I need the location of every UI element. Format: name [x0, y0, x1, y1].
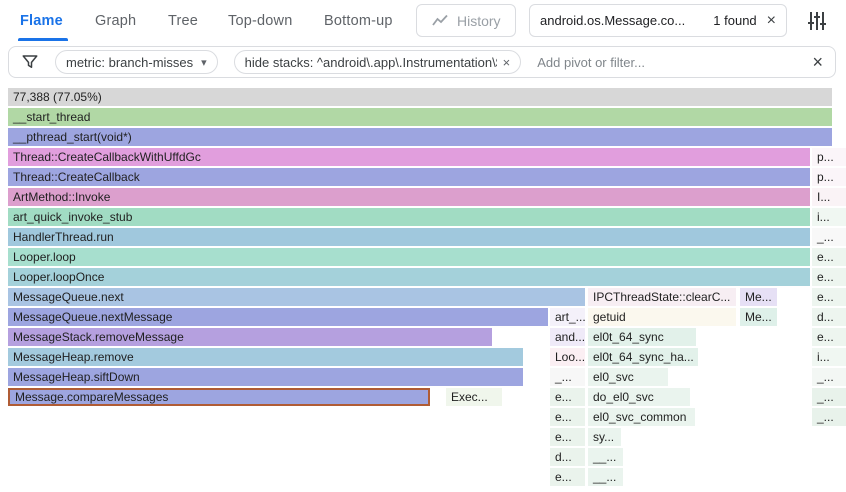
tab-graph[interactable]: Graph [95, 13, 136, 29]
search-found-count: 1 found [713, 13, 756, 28]
flame-bar[interactable]: __start_thread [8, 108, 832, 126]
chevron-down-icon[interactable]: ▾ [201, 56, 207, 69]
header: Flame Graph Tree Top-down Bottom-up Hist… [0, 0, 846, 44]
flame-bar[interactable]: 77,388 (77.05%) [8, 88, 832, 106]
tab-bottom-up[interactable]: Bottom-up [324, 13, 393, 29]
flame-bar[interactable]: ArtMethod::Invoke [8, 188, 810, 206]
flame-bar[interactable]: e... [812, 248, 846, 266]
search-box[interactable]: android.os.Message.co... 1 found × [529, 4, 787, 37]
flame-bar[interactable]: el0t_64_sync [588, 328, 696, 346]
flame-bar[interactable]: __... [588, 468, 623, 486]
flame-bar[interactable]: Me... [740, 308, 777, 326]
funnel-icon [21, 53, 39, 71]
flame-bar[interactable]: Looper.loopOnce [8, 268, 810, 286]
flame-bar[interactable]: e... [550, 428, 585, 446]
profiler-page: Flame Graph Tree Top-down Bottom-up Hist… [0, 0, 846, 492]
flame-bar[interactable]: __... [588, 448, 623, 466]
flame-bar[interactable]: and... [550, 328, 585, 346]
flame-bar[interactable]: MessageHeap.remove [8, 348, 523, 366]
flame-bar[interactable]: el0t_64_sync_ha... [588, 348, 698, 366]
flame-bar[interactable]: Loo... [550, 348, 585, 366]
history-label: History [457, 13, 501, 29]
flame-bar[interactable]: Looper.loop [8, 248, 810, 266]
search-input[interactable]: android.os.Message.co... [540, 13, 705, 28]
flame-bar[interactable]: d... [812, 308, 846, 326]
history-button[interactable]: History [416, 4, 516, 37]
flame-bar[interactable]: Thread::CreateCallback [8, 168, 810, 186]
flame-bar[interactable]: e... [550, 468, 585, 486]
flame-bar[interactable]: e... [812, 288, 846, 306]
flame-bar[interactable]: i... [812, 348, 846, 366]
flame-bar[interactable]: MessageQueue.nextMessage [8, 308, 548, 326]
flame-bar[interactable]: e... [550, 388, 585, 406]
trend-line-icon [431, 12, 449, 30]
tab-top-down[interactable]: Top-down [228, 13, 292, 29]
metric-chip-label: metric: branch-misses [66, 55, 193, 70]
pivot-filter-input[interactable]: Add pivot or filter... [537, 55, 812, 70]
flame-bar[interactable]: _... [812, 228, 846, 246]
flame-bar[interactable]: p... [812, 168, 846, 186]
flame-bar[interactable]: getuid [588, 308, 736, 326]
flame-chart[interactable]: 77,388 (77.05%) __start_thread __pthread_s… [0, 88, 846, 492]
flame-bar[interactable]: _... [812, 368, 846, 386]
flame-bar[interactable]: d... [550, 448, 585, 466]
flame-bar[interactable]: I... [812, 188, 846, 206]
tab-flame[interactable]: Flame [20, 13, 63, 29]
flame-bar[interactable]: sy... [588, 428, 621, 446]
flame-bar[interactable]: _... [550, 368, 585, 386]
flame-bar[interactable]: i... [812, 208, 846, 226]
flame-bar[interactable]: MessageQueue.next [8, 288, 585, 306]
tune-sliders-icon[interactable] [805, 9, 829, 33]
active-tab-underline [18, 38, 68, 41]
metric-filter-chip[interactable]: metric: branch-misses ▾ [55, 50, 218, 74]
flame-bar[interactable]: MessageHeap.siftDown [8, 368, 523, 386]
flame-bar[interactable]: Me... [740, 288, 777, 306]
flame-bar[interactable]: e... [812, 328, 846, 346]
flame-bar[interactable]: _... [812, 388, 846, 406]
flame-bar[interactable]: do_el0_svc [588, 388, 690, 406]
flame-bar[interactable]: __pthread_start(void*) [8, 128, 832, 146]
filter-bar: metric: branch-misses ▾ hide stacks: ^an… [8, 46, 836, 78]
flame-bar[interactable]: HandlerThread.run [8, 228, 810, 246]
tab-tree[interactable]: Tree [168, 13, 198, 29]
flame-bar[interactable]: _... [812, 408, 846, 426]
flame-bar[interactable]: el0_svc [588, 368, 668, 386]
filterbar-clear-icon[interactable]: × [812, 53, 823, 71]
flame-bar[interactable]: el0_svc_common [588, 408, 695, 426]
flame-bar[interactable]: MessageStack.removeMessage [8, 328, 492, 346]
hide-stacks-filter-chip[interactable]: hide stacks: ^android\.app\.Instrumentat… [234, 50, 522, 74]
flame-bar[interactable]: art_quick_invoke_stub [8, 208, 810, 226]
flame-bar[interactable]: art_... [550, 308, 585, 326]
hide-stacks-chip-label: hide stacks: ^android\.app\.Instrumentat… [245, 55, 497, 70]
chip-remove-icon[interactable]: × [503, 55, 511, 70]
flame-bar[interactable]: Message.compareMessages [8, 388, 430, 406]
search-clear-icon[interactable]: × [767, 13, 776, 29]
flame-bar[interactable]: e... [812, 268, 846, 286]
flame-bar[interactable]: IPCThreadState::clearC... [588, 288, 736, 306]
flame-bar[interactable]: e... [550, 408, 585, 426]
flame-bar[interactable]: p... [812, 148, 846, 166]
flame-bar[interactable]: Thread::CreateCallbackWithUffdGc [8, 148, 810, 166]
flame-bar[interactable]: Exec... [446, 388, 502, 406]
